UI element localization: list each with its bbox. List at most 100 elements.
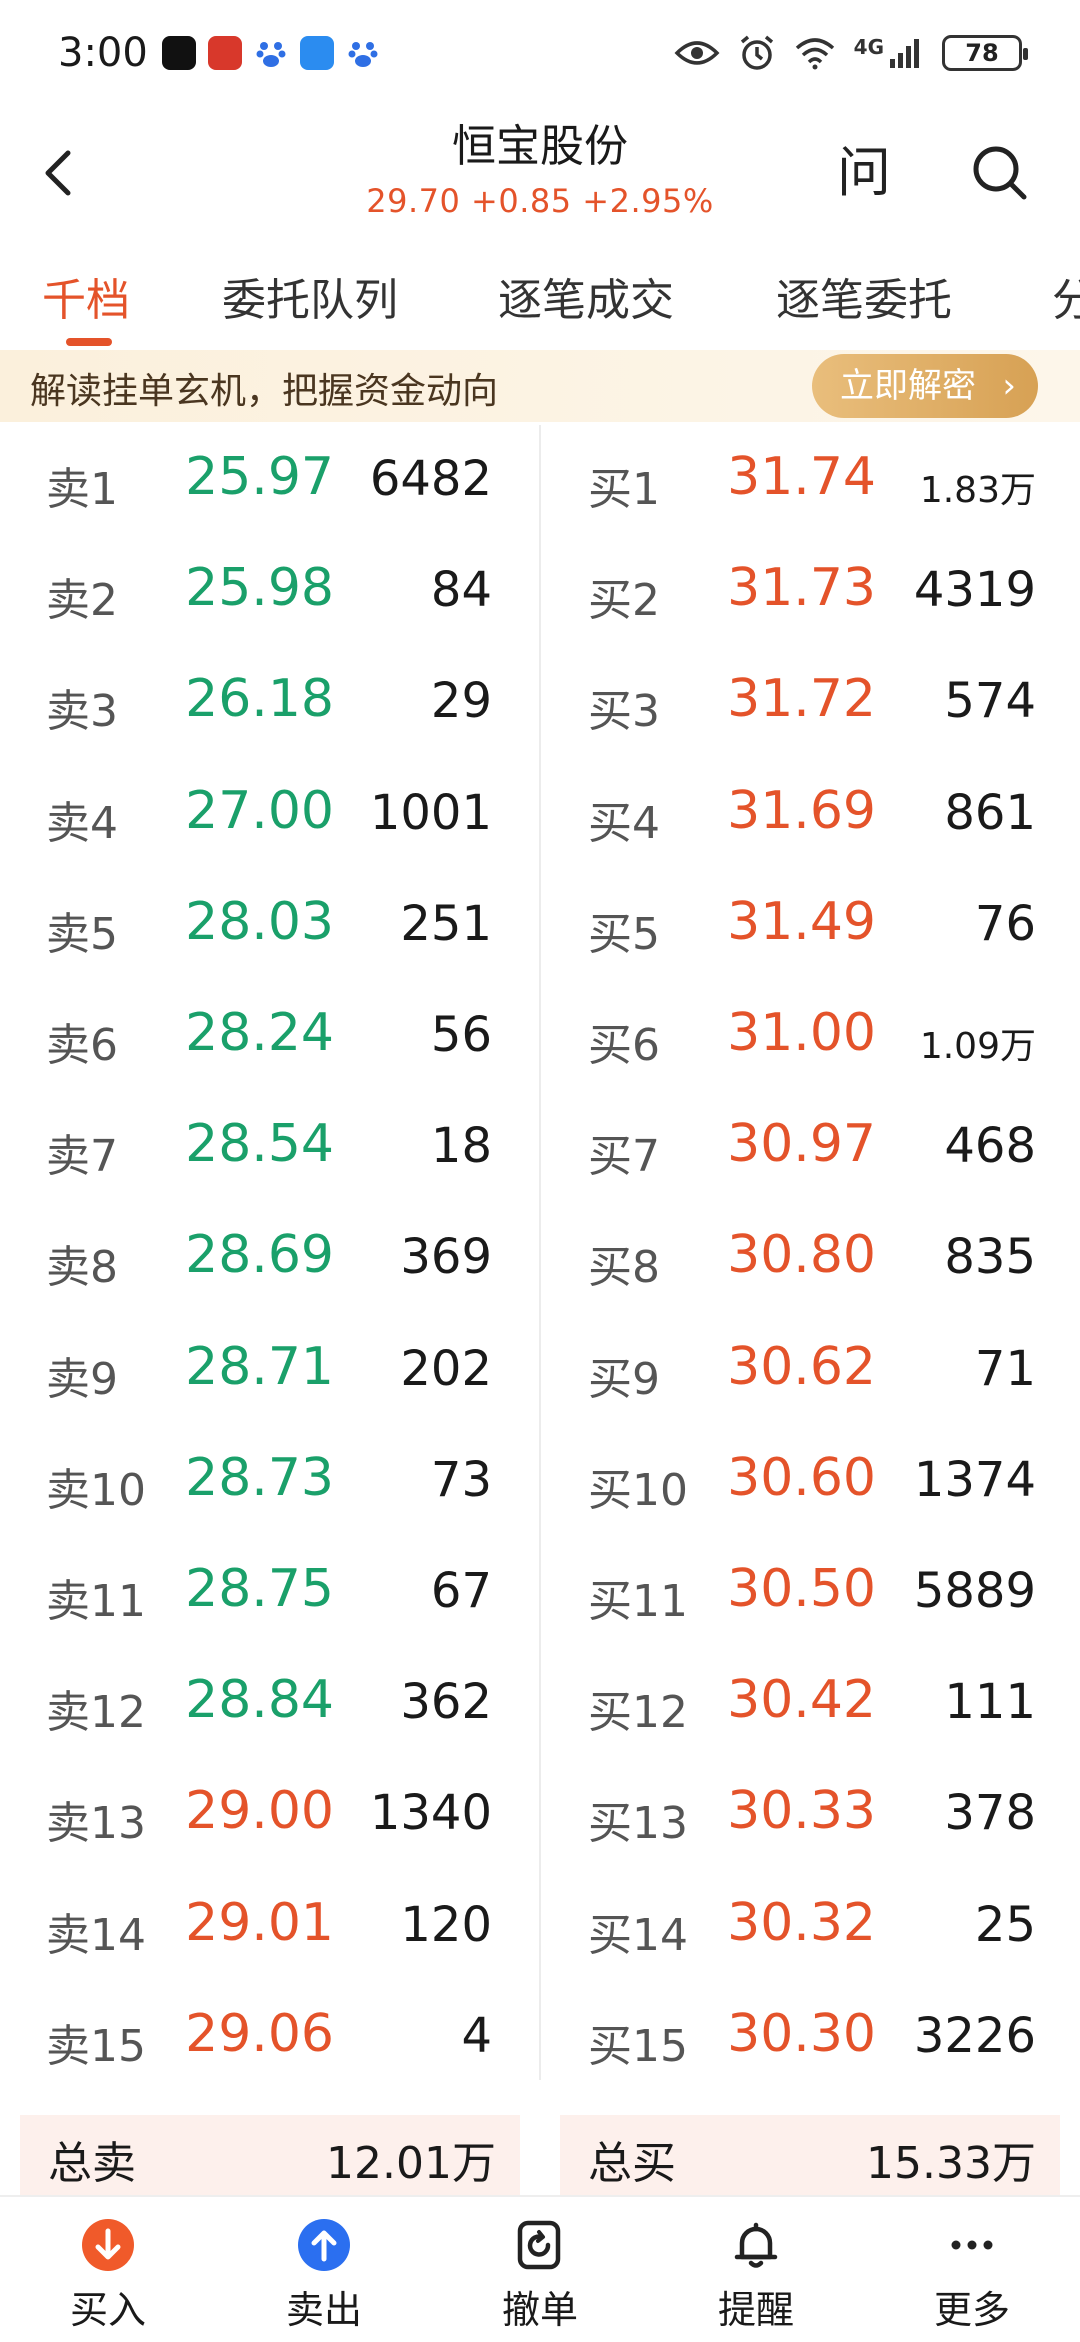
buy-row[interactable]: 买15 30.30 3226 [540, 1982, 1080, 2093]
buy-row[interactable]: 买10 30.60 1374 [540, 1426, 1080, 1537]
buy-volume: 1.09万 [919, 1026, 1036, 1067]
nav-bar: 恒宝股份 29.70 +0.85 +2.95% 问 [0, 105, 1080, 245]
buy-level-label: 买8 [588, 1242, 660, 1294]
buy-price: 30.33 [727, 1781, 876, 1842]
sell-row[interactable]: 卖2 25.98 84 [0, 536, 540, 647]
sell-row[interactable]: 卖15 29.06 4 [0, 1982, 540, 2093]
buy-button[interactable]: 买入 [0, 2197, 216, 2342]
buy-row[interactable]: 买13 30.33 378 [540, 1759, 1080, 1870]
app-notification-icon [207, 35, 242, 70]
sell-price: 28.03 [185, 891, 334, 952]
buy-row[interactable]: 买7 30.97 468 [540, 1092, 1080, 1203]
baidu-paw-icon [254, 36, 288, 70]
buy-price: 31.73 [727, 558, 876, 619]
sell-row[interactable]: 卖4 27.00 1001 [0, 759, 540, 870]
buy-level-label: 买14 [588, 1909, 688, 1961]
sell-volume: 4 [461, 2007, 492, 2064]
buy-level-label: 买3 [588, 686, 660, 738]
buy-volume: 111 [944, 1674, 1036, 1731]
buy-level-label: 买9 [588, 1353, 660, 1405]
active-tab-indicator [66, 338, 112, 346]
sell-volume: 84 [430, 562, 492, 619]
total-buy-label: 总买 [588, 2138, 676, 2189]
sell-row[interactable]: 卖1 25.97 6482 [0, 425, 540, 536]
decode-button[interactable]: 立即解密 › [812, 354, 1038, 418]
banner-text: 解读挂单玄机，把握资金动向 [30, 371, 499, 412]
sell-level-label: 卖8 [46, 1242, 118, 1294]
buy-volume: 835 [944, 1229, 1036, 1286]
tab-tick-orders[interactable]: 逐笔委托 [776, 264, 952, 328]
buy-price: 30.30 [727, 2003, 876, 2064]
buy-row[interactable]: 买9 30.62 71 [540, 1315, 1080, 1426]
battery-indicator: 78 [942, 34, 1028, 71]
sell-level-label: 卖3 [46, 686, 118, 738]
sell-volume: 1340 [369, 1785, 492, 1842]
sell-row[interactable]: 卖5 28.03 251 [0, 870, 540, 981]
tab-qiandang[interactable]: 千档 [42, 264, 130, 328]
buy-volume: 1.83万 [919, 470, 1036, 511]
buy-volume: 861 [944, 784, 1036, 841]
buy-volume: 468 [944, 1118, 1036, 1175]
buy-volume: 25 [974, 1896, 1036, 1953]
order-book: 卖1 25.97 6482 卖2 25.98 84 卖3 26.18 29 卖4 27.00 1001… [0, 425, 1080, 2085]
buy-level-label: 买4 [588, 797, 660, 849]
buy-row[interactable]: 买8 30.80 835 [540, 1203, 1080, 1314]
sell-row[interactable]: 卖12 28.84 362 [0, 1648, 540, 1759]
buy-row[interactable]: 买4 31.69 861 [540, 759, 1080, 870]
sell-row[interactable]: 卖11 28.75 67 [0, 1537, 540, 1648]
sell-volume: 120 [400, 1896, 492, 1953]
cancel-order-button[interactable]: 撤单 [432, 2197, 648, 2342]
sell-row[interactable]: 卖13 29.00 1340 [0, 1759, 540, 1870]
notification-icons [161, 35, 380, 70]
buy-row[interactable]: 买1 31.74 1.83万 [540, 425, 1080, 536]
sell-row[interactable]: 卖3 26.18 29 [0, 647, 540, 758]
buy-row[interactable]: 买5 31.49 76 [540, 870, 1080, 981]
ask-button[interactable]: 问 [832, 141, 896, 205]
sell-price: 28.75 [185, 1559, 334, 1619]
total-sell-box: 总卖 12.01万 [20, 2115, 520, 2195]
buy-volume: 1374 [913, 1451, 1036, 1508]
alert-button[interactable]: 提醒 [648, 2197, 864, 2342]
sell-row[interactable]: 卖7 28.54 18 [0, 1092, 540, 1203]
buy-price: 30.80 [727, 1225, 876, 1286]
buy-row[interactable]: 买2 31.73 4319 [540, 536, 1080, 647]
more-button[interactable]: 更多 [864, 2197, 1080, 2342]
total-sell-label: 总卖 [48, 2138, 136, 2189]
buy-row[interactable]: 买3 31.72 574 [540, 647, 1080, 758]
baidu-paw-icon-2 [346, 36, 380, 70]
buy-row[interactable]: 买12 30.42 111 [540, 1648, 1080, 1759]
promo-banner[interactable]: 解读挂单玄机，把握资金动向 立即解密 › [0, 350, 1080, 422]
sell-level-label: 卖11 [46, 1576, 146, 1627]
tab-order-queue[interactable]: 委托队列 [222, 264, 398, 328]
buy-volume: 4319 [913, 562, 1036, 619]
buy-volume: 71 [974, 1340, 1036, 1397]
tab-more-partial[interactable]: 分 [1052, 264, 1080, 328]
sell-level-label: 卖9 [46, 1353, 118, 1405]
stock-name: 恒宝股份 [452, 121, 628, 172]
weather-notification-icon [299, 35, 334, 70]
sell-level-label: 卖2 [46, 575, 118, 627]
search-button[interactable] [968, 141, 1032, 205]
sell-volume: 1001 [369, 784, 492, 841]
sell-price: 28.24 [185, 1003, 334, 1063]
buy-level-label: 买15 [588, 2020, 688, 2072]
sell-row[interactable]: 卖9 28.71 202 [0, 1315, 540, 1426]
sell-row[interactable]: 卖6 28.24 56 [0, 981, 540, 1092]
tab-tick-trades[interactable]: 逐笔成交 [498, 264, 674, 328]
sell-price: 25.98 [185, 558, 334, 619]
buy-row[interactable]: 买14 30.32 25 [540, 1871, 1080, 1982]
sell-button[interactable]: 卖出 [216, 2197, 432, 2342]
more-dots-icon [951, 2240, 993, 2250]
sell-volume: 369 [400, 1229, 492, 1286]
total-sell-value: 12.01万 [326, 2138, 496, 2189]
buy-row[interactable]: 买11 30.50 5889 [540, 1537, 1080, 1648]
sell-row[interactable]: 卖8 28.69 369 [0, 1203, 540, 1314]
buy-level-label: 买10 [588, 1464, 688, 1516]
sell-row[interactable]: 卖14 29.01 120 [0, 1871, 540, 1982]
buy-level-label: 买2 [588, 575, 660, 627]
buy-price: 31.00 [727, 1003, 876, 1063]
sell-row[interactable]: 卖10 28.73 73 [0, 1426, 540, 1537]
sell-volume: 18 [430, 1118, 492, 1175]
buy-row[interactable]: 买6 31.00 1.09万 [540, 981, 1080, 1092]
sell-price: 28.84 [185, 1670, 334, 1731]
